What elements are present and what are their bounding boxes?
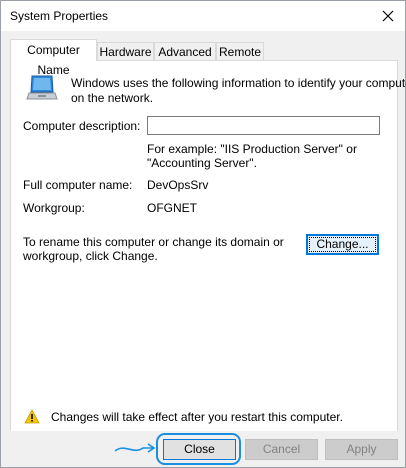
tab-computer-name[interactable]: Computer Name bbox=[10, 39, 97, 77]
tab-advanced[interactable]: Advanced bbox=[154, 42, 216, 60]
full-name-label: Full computer name: bbox=[23, 178, 133, 192]
tab-remote[interactable]: Remote bbox=[216, 42, 264, 60]
apply-button[interactable]: Apply bbox=[325, 439, 398, 460]
close-icon[interactable] bbox=[377, 5, 399, 27]
intro-text-line1: Windows uses the following information t… bbox=[71, 76, 406, 90]
tab-label: Hardware bbox=[99, 45, 152, 59]
change-button[interactable]: Change... bbox=[306, 234, 379, 255]
rename-text-line1: To rename this computer or change its do… bbox=[23, 235, 284, 249]
workgroup-label: Workgroup: bbox=[23, 201, 85, 215]
apply-button-label: Apply bbox=[346, 442, 377, 456]
warning-icon bbox=[24, 409, 40, 424]
example-text-line1: For example: "IIS Production Server" or bbox=[147, 142, 357, 156]
tab-label: Advanced bbox=[158, 45, 212, 59]
computer-description-input[interactable] bbox=[147, 116, 380, 135]
rename-text-line2: workgroup, click Change. bbox=[23, 249, 158, 263]
example-text-line2: "Accounting Server". bbox=[147, 156, 257, 170]
description-label: Computer description: bbox=[23, 119, 141, 133]
focus-rectangle bbox=[309, 237, 376, 252]
title-bar: System Properties bbox=[1, 1, 405, 31]
cancel-button-label: Cancel bbox=[262, 442, 301, 456]
computer-name-panel: Windows uses the following information t… bbox=[10, 60, 406, 432]
close-button-highlight bbox=[156, 433, 241, 465]
full-name-value: DevOpsSrv bbox=[147, 178, 209, 192]
annotation-arrow-icon bbox=[113, 441, 157, 455]
system-properties-window: System Properties Computer Name Hardware… bbox=[0, 0, 406, 468]
tab-label: Remote bbox=[218, 45, 262, 59]
window-title: System Properties bbox=[10, 9, 109, 23]
cancel-button[interactable]: Cancel bbox=[245, 439, 318, 460]
intro-text-line2: on the network. bbox=[71, 91, 154, 105]
workgroup-value: OFGNET bbox=[147, 201, 197, 215]
restart-warning-text: Changes will take effect after you resta… bbox=[51, 410, 343, 424]
tab-hardware[interactable]: Hardware bbox=[97, 42, 154, 60]
